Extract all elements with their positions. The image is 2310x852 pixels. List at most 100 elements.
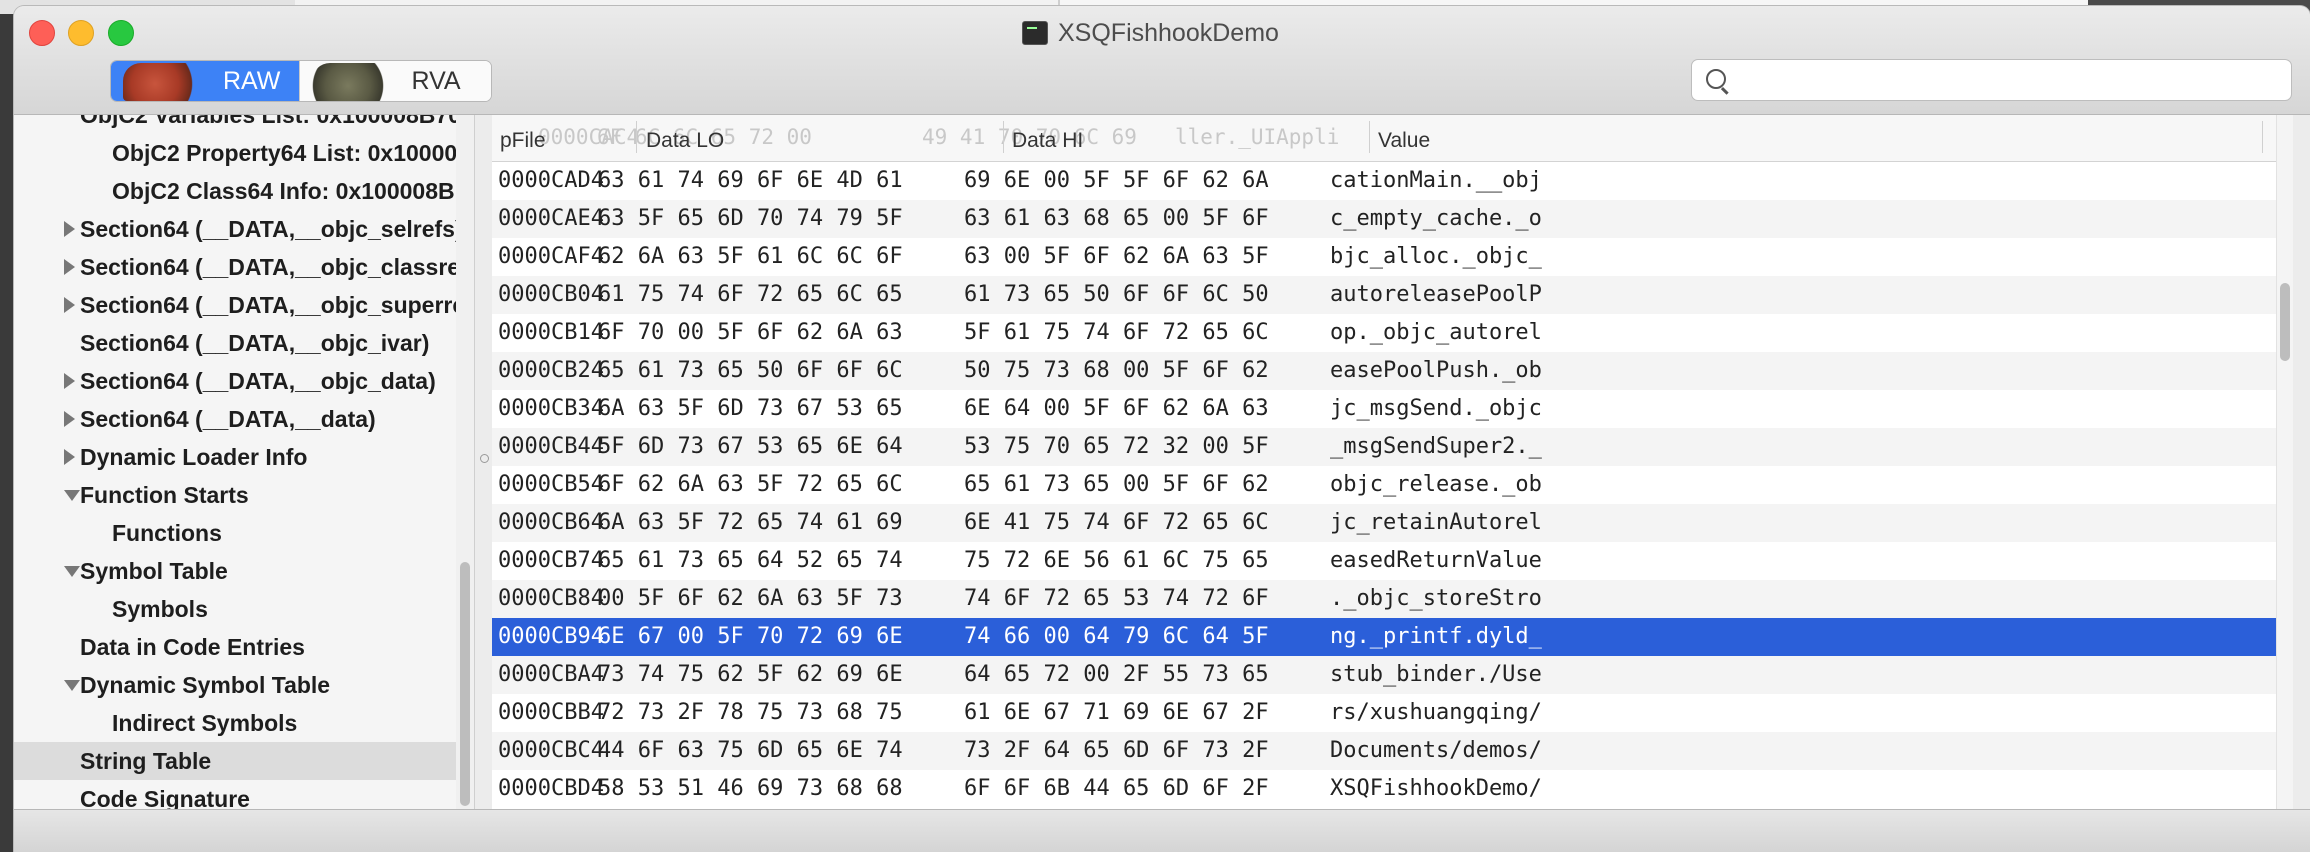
app-window: XSQFishhookDemo RAW RVA ObjC2 Variables … bbox=[14, 6, 2310, 852]
sidebar-tree-item-label: Data in Code Entries bbox=[80, 634, 305, 660]
table-row[interactable]: 0000CB24 65 61 73 65 50 6F 6F 6C 50 75 73 … bbox=[492, 352, 2292, 390]
sidebar-tree-item[interactable]: Dynamic Symbol Table bbox=[14, 666, 474, 704]
search-field[interactable] bbox=[1691, 59, 2292, 101]
cell-pfile: 0000CB64 bbox=[498, 510, 604, 535]
cell-value: ._objc_storeStro bbox=[1330, 586, 1542, 611]
sidebar-tree-item[interactable]: Code Signature bbox=[14, 780, 474, 809]
split-view-divider[interactable] bbox=[474, 115, 494, 809]
table-row[interactable]: 0000CB54 6F 62 6A 63 5F 72 65 6C 65 61 73 … bbox=[492, 466, 2292, 504]
cell-lo: 58 53 51 46 69 73 68 68 bbox=[598, 776, 903, 801]
cell-hi: 6E 41 75 74 6F 72 65 6C bbox=[964, 510, 1269, 535]
cell-hi: 64 65 72 00 2F 55 73 65 bbox=[964, 662, 1269, 687]
disclosure-closed-icon[interactable] bbox=[64, 221, 75, 237]
column-divider[interactable] bbox=[1003, 121, 1004, 153]
table-row[interactable]: 0000CAE4 63 5F 65 6D 70 74 79 5F 63 61 63 … bbox=[492, 200, 2292, 238]
raw-image-icon bbox=[123, 63, 203, 101]
sidebar-scroll-knob[interactable] bbox=[460, 562, 470, 806]
table-row[interactable]: 0000CBB4 72 73 2F 78 75 73 68 75 61 6E 67 … bbox=[492, 694, 2292, 732]
disclosure-closed-icon[interactable] bbox=[64, 297, 75, 313]
table-row[interactable]: 0000CAF4 62 6A 63 5F 61 6C 6C 6F 63 00 5F … bbox=[492, 238, 2292, 276]
disclosure-closed-icon[interactable] bbox=[64, 373, 75, 389]
rva-segment-label: RVA bbox=[411, 66, 461, 95]
ghost-row-value: ller._UIAppli bbox=[1175, 125, 1340, 149]
cell-lo: 65 61 73 65 50 6F 6F 6C bbox=[598, 358, 903, 383]
column-divider[interactable] bbox=[636, 121, 637, 153]
cell-pfile: 0000CAF4 bbox=[498, 244, 604, 269]
cell-lo: 00 5F 6F 62 6A 63 5F 73 bbox=[598, 586, 903, 611]
sidebar-tree-item[interactable]: Section64 (__DATA,__data) bbox=[14, 400, 474, 438]
table-row[interactable]: 0000CBA4 73 74 75 62 5F 62 69 6E 64 65 72 … bbox=[492, 656, 2292, 694]
sidebar-scrollbar[interactable] bbox=[456, 115, 474, 809]
column-divider[interactable] bbox=[2262, 121, 2263, 153]
cell-value: jc_retainAutorel bbox=[1330, 510, 1542, 535]
table-row[interactable]: 0000CB84 00 5F 6F 62 6A 63 5F 73 74 6F 72 … bbox=[492, 580, 2292, 618]
table-row[interactable]: 0000CB04 61 75 74 6F 72 65 6C 65 61 73 65 … bbox=[492, 276, 2292, 314]
zoom-window-button[interactable] bbox=[108, 20, 134, 46]
cell-value: ng._printf.dyld_ bbox=[1330, 624, 1542, 649]
sidebar-tree-item[interactable]: Section64 (__DATA,__objc_data) bbox=[14, 362, 474, 400]
sidebar-tree-item[interactable]: Symbols bbox=[14, 590, 474, 628]
cell-hi: 75 72 6E 56 61 6C 75 65 bbox=[964, 548, 1269, 573]
tree-row-partial[interactable]: ObjC2 Variables List: 0x100008B70 bbox=[14, 115, 474, 134]
sidebar-tree-item-label: Functions bbox=[112, 520, 222, 546]
sidebar-tree-item[interactable]: Section64 (__DATA,__objc_selrefs) bbox=[14, 210, 474, 248]
sidebar-tree-item-label: Symbols bbox=[112, 596, 208, 622]
disclosure-open-icon[interactable] bbox=[64, 490, 80, 501]
sidebar-tree-item-label: Symbol Table bbox=[80, 558, 228, 584]
sidebar-tree-item[interactable]: ObjC2 Class64 Info: 0x100008BF0 bbox=[14, 172, 474, 210]
close-window-button[interactable] bbox=[29, 20, 55, 46]
sidebar-tree-item[interactable]: Section64 (__DATA,__objc_ivar) bbox=[14, 324, 474, 362]
table-scroll-knob[interactable] bbox=[2280, 283, 2290, 361]
sidebar-tree-item[interactable]: Function Starts bbox=[14, 476, 474, 514]
sidebar-tree-item-label: Section64 (__DATA,__objc_superrefs) bbox=[80, 292, 474, 318]
minimize-window-button[interactable] bbox=[68, 20, 94, 46]
rva-mode-segment[interactable]: RVA bbox=[298, 61, 491, 101]
sidebar-tree-item[interactable]: Functions bbox=[14, 514, 474, 552]
disclosure-open-icon[interactable] bbox=[64, 680, 80, 691]
column-divider[interactable] bbox=[1369, 121, 1370, 153]
disclosure-open-icon[interactable] bbox=[64, 566, 80, 577]
disclosure-closed-icon[interactable] bbox=[64, 259, 75, 275]
sidebar-tree-item-label: ObjC2 Class64 Info: 0x100008BF0 bbox=[112, 178, 474, 204]
status-bar bbox=[14, 809, 2310, 852]
column-header-data-hi[interactable]: Data HI bbox=[1012, 129, 1083, 153]
cell-value: rs/xushuangqing/ bbox=[1330, 700, 1542, 725]
table-row[interactable]: 0000CAD4 63 61 74 69 6F 6E 4D 61 69 6E 00 … bbox=[492, 162, 2292, 200]
table-row[interactable]: 0000CBD4 58 53 51 46 69 73 68 68 6F 6F 6B … bbox=[492, 770, 2292, 808]
cell-pfile: 0000CB44 bbox=[498, 434, 604, 459]
table-row[interactable]: 0000CB14 6F 70 00 5F 6F 62 6A 63 5F 61 75 … bbox=[492, 314, 2292, 352]
title-bar: XSQFishhookDemo RAW RVA bbox=[14, 6, 2310, 115]
sidebar-tree-item[interactable]: ObjC2 Property64 List: 0x100008B98 bbox=[14, 134, 474, 172]
table-row[interactable]: 0000CB44 5F 6D 73 67 53 65 6E 64 53 75 70 … bbox=[492, 428, 2292, 466]
table-scrollbar[interactable] bbox=[2276, 115, 2293, 809]
sidebar-tree-item[interactable]: Data in Code Entries bbox=[14, 628, 474, 666]
sidebar-tree-item[interactable]: Section64 (__DATA,__objc_classrefs) bbox=[14, 248, 474, 286]
table-row[interactable]: 0000CBC4 44 6F 63 75 6D 65 6E 74 73 2F 64 … bbox=[492, 732, 2292, 770]
cell-hi: 61 73 65 50 6F 6F 6C 50 bbox=[964, 282, 1269, 307]
table-row[interactable]: 0000CB94 6E 67 00 5F 70 72 69 6E 74 66 00 … bbox=[492, 618, 2292, 656]
table-row[interactable]: 0000CB64 6A 63 5F 72 65 74 61 69 6E 41 75 … bbox=[492, 504, 2292, 542]
cell-hi: 73 2F 64 65 6D 6F 73 2F bbox=[964, 738, 1269, 763]
raw-mode-segment[interactable]: RAW bbox=[111, 61, 299, 101]
cell-lo: 6F 62 6A 63 5F 72 65 6C bbox=[598, 472, 903, 497]
sidebar-tree-item[interactable]: Indirect Symbols bbox=[14, 704, 474, 742]
cell-value: cationMain.__obj bbox=[1330, 168, 1542, 193]
sidebar-tree-item[interactable]: Dynamic Loader Info bbox=[14, 438, 474, 476]
disclosure-closed-icon[interactable] bbox=[64, 449, 75, 465]
sidebar-tree-item[interactable]: Symbol Table bbox=[14, 552, 474, 590]
cell-lo: 62 6A 63 5F 61 6C 6C 6F bbox=[598, 244, 903, 269]
cell-pfile: 0000CB04 bbox=[498, 282, 604, 307]
table-row[interactable]: 0000CB74 65 61 73 65 64 52 65 74 75 72 6E … bbox=[492, 542, 2292, 580]
disclosure-closed-icon[interactable] bbox=[64, 411, 75, 427]
cell-lo: 6A 63 5F 6D 73 67 53 65 bbox=[598, 396, 903, 421]
column-header-value[interactable]: Value bbox=[1378, 129, 1430, 153]
sidebar-tree-item[interactable]: String Table bbox=[14, 742, 474, 780]
column-header-pfile[interactable]: pFile bbox=[500, 129, 546, 153]
table-row[interactable]: 0000CB34 6A 63 5F 6D 73 67 53 65 6E 64 00 … bbox=[492, 390, 2292, 428]
cell-pfile: 0000CB74 bbox=[498, 548, 604, 573]
sidebar-tree-item-label: ObjC2 Property64 List: 0x100008B98 bbox=[112, 140, 474, 166]
cell-pfile: 0000CBC4 bbox=[498, 738, 604, 763]
cell-value: easedReturnValue bbox=[1330, 548, 1542, 573]
sidebar-tree-item[interactable]: Section64 (__DATA,__objc_superrefs) bbox=[14, 286, 474, 324]
column-header-data-lo[interactable]: Data LO bbox=[646, 129, 724, 153]
